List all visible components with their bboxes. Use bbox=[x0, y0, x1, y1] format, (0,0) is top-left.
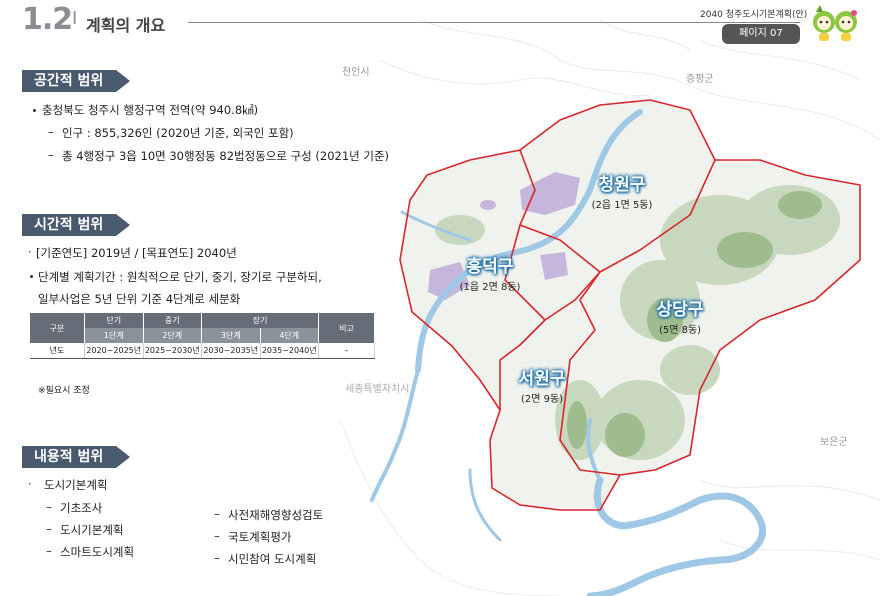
page-badge: 페이지 07 bbox=[722, 24, 800, 44]
table-header-stage: 2단계 bbox=[143, 328, 202, 343]
district-name: 청원구 bbox=[598, 175, 646, 195]
district-subtext: (1읍 2면 8동) bbox=[459, 282, 521, 293]
table-header-group: 단기 bbox=[84, 313, 144, 328]
spatial-sub-dash: – bbox=[48, 125, 54, 139]
district-subtext: (5면 8동) bbox=[658, 325, 702, 336]
content-main: 도시기본계획 bbox=[44, 478, 108, 492]
content-dash: – bbox=[46, 544, 52, 558]
district-subtext: (2읍 1면 5동) bbox=[591, 200, 653, 211]
district-name: 서원구 bbox=[518, 369, 566, 389]
district-label-heungdeok: 흥덕구 (1읍 2면 8동) bbox=[450, 252, 530, 293]
table-cell-bigo: – bbox=[318, 343, 375, 359]
bullet-dot bbox=[33, 109, 36, 112]
content-item-right: 시민참여 도시계획 bbox=[228, 552, 317, 566]
temporal-plan-detail: 일부사업은 5년 단위 기준 4단계로 세분화 bbox=[38, 292, 241, 306]
title-separator: I bbox=[72, 8, 78, 29]
district-subtext: (2면 9동) bbox=[520, 394, 564, 405]
mascot-logo bbox=[813, 5, 857, 41]
table-header-stage: 3단계 bbox=[201, 328, 261, 343]
page-title: 계획의 개요 bbox=[86, 16, 166, 35]
district-label-seowon: 서원구 (2면 9동) bbox=[502, 364, 582, 405]
content-marker: · bbox=[28, 477, 32, 491]
temporal-plan-period: 단계별 계획기간 : 원칙적으로 단기, 중기, 장기로 구분하되, bbox=[38, 270, 322, 284]
section-heading-spatial: 공간적 범위 bbox=[22, 70, 130, 92]
temporal-years: [기준연도] 2019년 / [목표연도] 2040년 bbox=[36, 246, 237, 260]
spatial-sub-population: 인구 : 855,326인 (2020년 기준, 외국인 포함) bbox=[62, 126, 294, 140]
district-name: 흥덕구 bbox=[466, 257, 514, 277]
table-row: 년도 2020~2025년 2025~2030년 2030~2035년 2035… bbox=[30, 343, 375, 359]
table-row-label: 년도 bbox=[30, 343, 85, 359]
content-dash: – bbox=[214, 529, 220, 543]
content-dash: – bbox=[46, 522, 52, 536]
content-item-left: 도시기본계획 bbox=[60, 523, 124, 537]
table-cell-year: 2020~2025년 bbox=[84, 343, 144, 359]
neighbor-label: 보은군 bbox=[820, 437, 848, 448]
header-rule bbox=[188, 22, 800, 23]
district-label-sangdang: 상당구 (5면 8동) bbox=[640, 295, 720, 336]
section-number: 1.2 bbox=[22, 2, 73, 37]
neighbor-label: 천안시 bbox=[342, 67, 370, 78]
content-item-right: 사전재해영향성검토 bbox=[228, 508, 324, 522]
content-dash: – bbox=[214, 551, 220, 565]
table-cell-year: 2035~2040년 bbox=[260, 343, 319, 359]
table-cell-year: 2030~2035년 bbox=[201, 343, 261, 359]
plan-period-table: 구분 단기 중기 장기 비고 1단계 2단계 3단계 4단계 년도 2020~2… bbox=[30, 313, 375, 359]
content-item-left: 스마트도시계획 bbox=[60, 545, 135, 559]
content-dash: – bbox=[46, 500, 52, 514]
neighbor-label: 세종특별자치시 bbox=[345, 384, 410, 395]
doc-title: 2040 청주도시기본계획(안) bbox=[700, 10, 808, 20]
temporal-marker: · bbox=[28, 245, 32, 259]
table-header-group: 중기 bbox=[143, 313, 202, 328]
district-name: 상당구 bbox=[656, 300, 704, 320]
table-header-gubun: 구분 bbox=[30, 313, 85, 343]
section-heading-content: 내용적 범위 bbox=[22, 446, 130, 468]
section-heading-temporal: 시간적 범위 bbox=[22, 214, 130, 236]
spatial-sub-admin: 총 4행정구 3읍 10면 30행정동 82법정동으로 구성 (2021년 기준… bbox=[62, 149, 390, 163]
table-header-group: 장기 bbox=[201, 313, 319, 328]
content-item-left: 기초조사 bbox=[60, 501, 103, 515]
content-item-right: 국토계획평가 bbox=[228, 530, 292, 544]
spatial-main: 충청북도 청주시 행정구역 전역(약 940.8㎢) bbox=[42, 103, 259, 117]
neighbor-label: 증평군 bbox=[686, 74, 714, 85]
table-cell-year: 2025~2030년 bbox=[143, 343, 202, 359]
district-label-cheongwon: 청원구 (2읍 1면 5동) bbox=[582, 170, 662, 211]
table-header-stage: 4단계 bbox=[260, 328, 319, 343]
table-header-bigo: 비고 bbox=[318, 313, 375, 343]
table-note: ※필요시 조정 bbox=[38, 386, 90, 396]
bullet-dot bbox=[30, 275, 33, 278]
spatial-sub-dash: – bbox=[48, 148, 54, 162]
content-dash: – bbox=[214, 507, 220, 521]
table-header-stage: 1단계 bbox=[84, 328, 144, 343]
